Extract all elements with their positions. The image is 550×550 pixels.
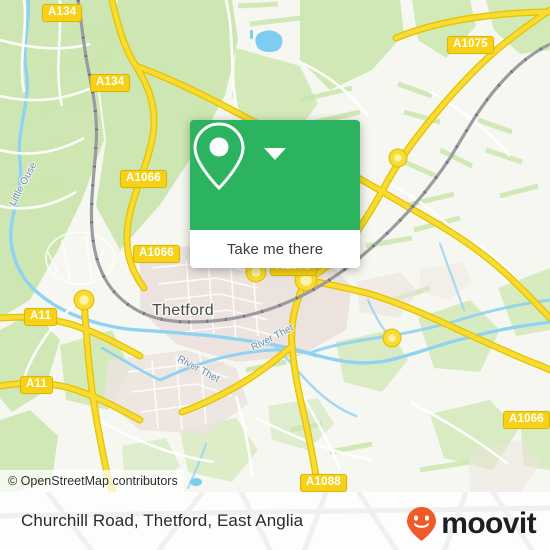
road-shield-a1066-east[interactable]: A1066: [503, 411, 550, 429]
road-shield-a1066-north[interactable]: A1066: [120, 170, 167, 188]
page-title: Churchill Road, Thetford, East Anglia: [21, 511, 304, 530]
road-shield-a134-mid[interactable]: A134: [90, 74, 131, 92]
moovit-wordmark: moovit: [441, 507, 536, 540]
take-me-there-button[interactable]: Take me there: [227, 241, 323, 258]
road-shield-a134-north[interactable]: A134: [42, 4, 83, 22]
map-canvas[interactable]: Thetford Little Ouse River Thet River Th…: [0, 0, 550, 492]
destination-popup-card[interactable]: Take me there: [190, 120, 360, 268]
popup-pointer-tail: [264, 148, 286, 160]
map-pin-icon: [193, 122, 245, 191]
map-screenshot: Thetford Little Ouse River Thet River Th…: [0, 0, 550, 550]
popup-footer[interactable]: Take me there: [190, 230, 360, 268]
road-shield-a1066-mid[interactable]: A1066: [133, 245, 180, 263]
popup-header: [190, 120, 360, 230]
road-shield-a11-north[interactable]: A11: [24, 308, 58, 326]
road-shield-a11-south[interactable]: A11: [20, 376, 54, 394]
bottom-info-bar: Churchill Road, Thetford, East Anglia mo…: [0, 492, 550, 550]
road-shield-a1088-south[interactable]: A1088: [300, 474, 347, 492]
map-attribution[interactable]: © OpenStreetMap contributors: [0, 470, 184, 492]
road-shield-a1075-north[interactable]: A1075: [447, 36, 494, 54]
moovit-brand[interactable]: moovit: [405, 506, 537, 542]
moovit-smiley-pin-icon: [407, 507, 437, 541]
